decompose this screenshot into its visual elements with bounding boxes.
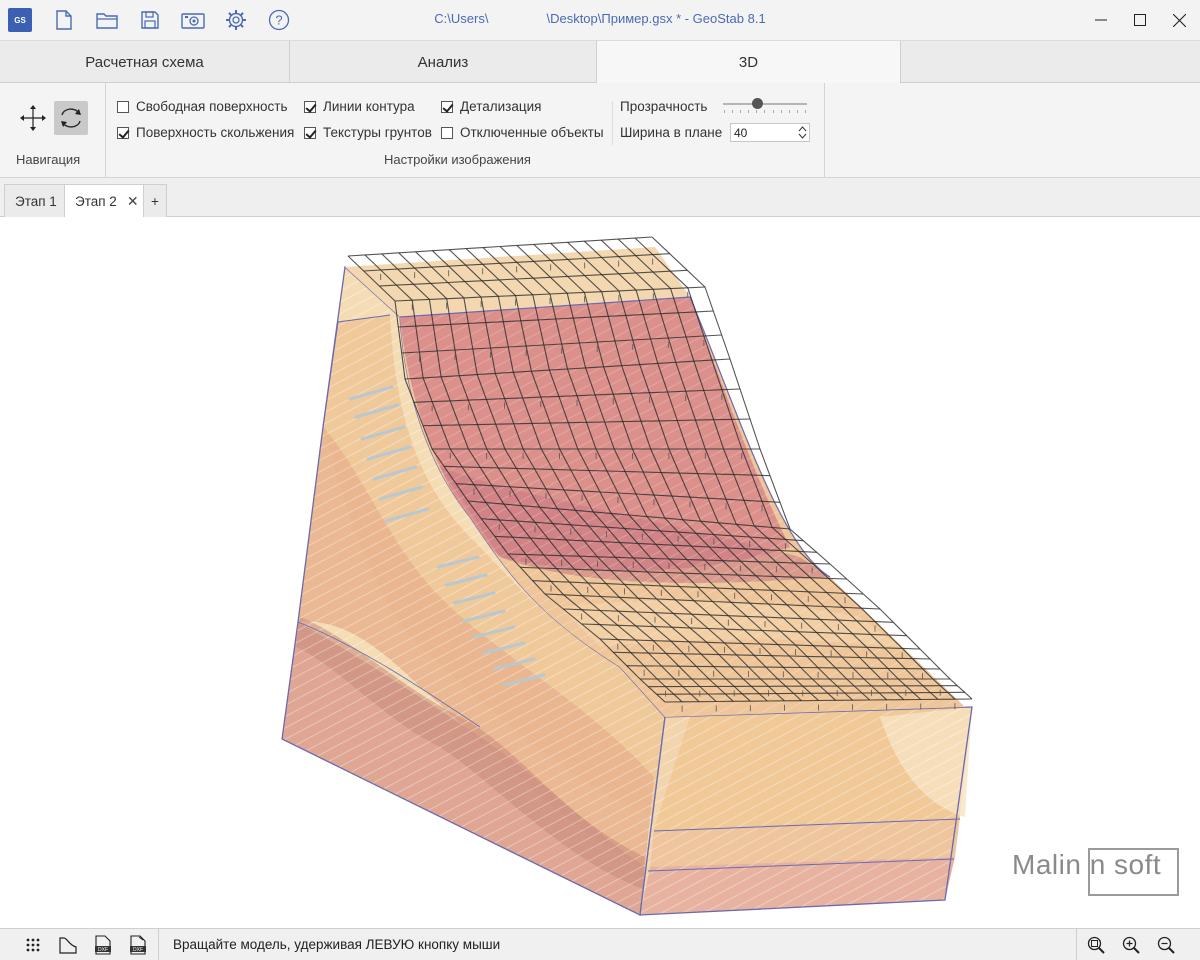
plan-width-label: Ширина в плане (620, 125, 723, 140)
open-folder-icon[interactable] (95, 8, 119, 32)
slip-surface-checkbox-box[interactable] (117, 126, 129, 139)
add-stage-button[interactable]: + (143, 184, 167, 217)
stage-tab-1[interactable]: Этап 1 (4, 184, 68, 217)
image-settings-group-label: Настройки изображения (384, 152, 531, 167)
camera-icon[interactable] (181, 8, 205, 32)
dxf-export-icon[interactable]: DXF (92, 934, 114, 956)
pan-arrows-icon (20, 105, 46, 131)
help-icon[interactable]: ? (267, 8, 291, 32)
slip-surface-checkbox[interactable]: Поверхность скольжения (117, 125, 294, 140)
ribbon: Навигация Свободная поверхность Поверхно… (0, 83, 1200, 178)
svg-text:DXF: DXF (133, 947, 143, 953)
dxf-import-icon[interactable]: DXF (127, 934, 149, 956)
transparency-label: Прозрачность (620, 99, 708, 114)
detailing-checkbox-box[interactable] (441, 100, 453, 113)
tab-3d[interactable]: 3D (597, 41, 901, 83)
status-message: Вращайте модель, удерживая ЛЕВУЮ кнопку … (173, 937, 501, 952)
free-surface-label: Свободная поверхность (136, 99, 288, 114)
contour-lines-checkbox[interactable]: Линии контура (304, 99, 415, 114)
slope-3d-model[interactable] (0, 217, 1200, 928)
tab-analysis[interactable]: Анализ (290, 41, 597, 83)
inner-separator (612, 101, 613, 145)
stage-tab-2-label: Этап 2 (75, 194, 117, 209)
svg-text:?: ? (275, 13, 282, 28)
ribbon-separator-end (824, 83, 825, 177)
status-separator (158, 929, 159, 960)
main-tabs: Расчетная схема Анализ 3D (0, 40, 1200, 83)
detailing-label: Детализация (460, 99, 542, 114)
maximize-button[interactable] (1122, 4, 1158, 36)
grid-dots-icon[interactable] (22, 934, 44, 956)
disabled-objects-checkbox-box[interactable] (441, 126, 453, 139)
rotate-tool-button[interactable] (54, 101, 88, 135)
soil-textures-label: Текстуры грунтов (323, 125, 432, 140)
free-surface-checkbox-box[interactable] (117, 100, 129, 113)
stage-tab-1-label: Этап 1 (15, 193, 57, 209)
title-bar: GS ? C:\Users\ \Desktop\Пример.gsx * - Ge… (0, 0, 1200, 40)
stage-tab-2[interactable]: Этап 2 ✕ (64, 184, 150, 218)
transparency-slider-ticks (724, 110, 806, 114)
status-separator-right (1076, 929, 1077, 960)
watermark-logo: Malin n soft (1012, 849, 1162, 880)
3d-viewport[interactable]: Malin n soft (0, 217, 1200, 928)
app-logo: GS (8, 8, 32, 32)
svg-text:DXF: DXF (98, 947, 108, 953)
tab-calc-scheme[interactable]: Расчетная схема (0, 41, 290, 83)
ribbon-separator (105, 83, 106, 177)
transparency-slider-track[interactable] (723, 103, 807, 105)
contour-lines-label: Линии контура (323, 99, 415, 114)
settings-gear-icon[interactable] (224, 8, 248, 32)
detailing-checkbox[interactable]: Детализация (441, 99, 541, 114)
zoom-in-icon[interactable] (1120, 934, 1142, 956)
pan-tool-button[interactable] (16, 101, 50, 135)
zoom-fit-icon[interactable] (1085, 934, 1107, 956)
transparency-slider-handle[interactable] (752, 98, 763, 109)
close-stage-icon[interactable]: ✕ (127, 193, 139, 210)
rotate-icon (61, 108, 81, 128)
close-window-button[interactable] (1161, 4, 1197, 36)
new-file-icon[interactable] (52, 8, 76, 32)
right-end-face (639, 706, 973, 916)
save-icon[interactable] (138, 8, 162, 32)
plan-width-spinner[interactable] (795, 123, 810, 142)
title-path-start: C:\Users\ (434, 11, 489, 26)
window-title: C:\Users\ \Desktop\Пример.gsx * - GeoStab… (0, 11, 1200, 26)
slip-surface-label: Поверхность скольжения (136, 125, 295, 140)
navigation-group-label: Навигация (16, 152, 81, 167)
slope-profile-icon[interactable] (57, 934, 79, 956)
soil-textures-checkbox-box[interactable] (304, 126, 316, 139)
disabled-objects-label: Отключенные объекты (460, 125, 604, 140)
status-bar: DXF DXF Вращайте модель, удерживая ЛЕВУЮ… (0, 928, 1200, 960)
disabled-objects-checkbox[interactable]: Отключенные объекты (441, 125, 604, 140)
minimize-button[interactable] (1083, 4, 1119, 36)
title-path-end: \Desktop\Пример.gsx * - GeoStab 8.1 (546, 11, 766, 26)
soil-textures-checkbox[interactable]: Текстуры грунтов (304, 125, 432, 140)
zoom-out-icon[interactable] (1155, 934, 1177, 956)
contour-lines-checkbox-box[interactable] (304, 100, 316, 113)
stage-tabs-bar: Этап 1 Этап 2 ✕ + (0, 178, 1200, 218)
free-surface-checkbox[interactable]: Свободная поверхность (117, 99, 288, 114)
